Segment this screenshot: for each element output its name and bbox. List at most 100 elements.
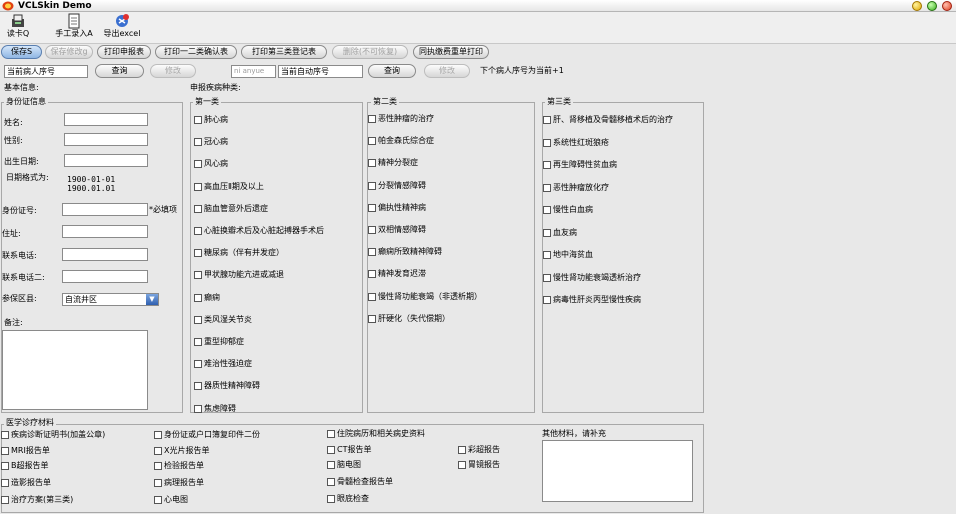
checkbox-icon[interactable] xyxy=(194,315,202,324)
checkbox-icon[interactable] xyxy=(327,446,335,454)
minimize-button[interactable] xyxy=(912,1,922,11)
disease-checkbox-cat3-2[interactable]: 再生障碍性贫血病 xyxy=(543,160,617,170)
checkbox-icon[interactable] xyxy=(1,496,9,504)
checkbox-icon[interactable] xyxy=(368,159,376,168)
checkbox-icon[interactable] xyxy=(327,478,335,486)
district-select[interactable]: 自流井区 ▼ xyxy=(62,293,159,306)
checkbox-icon[interactable] xyxy=(194,360,202,369)
disease-checkbox-cat1-7[interactable]: 甲状腺功能亢进或减退 xyxy=(194,270,284,280)
print-confirm-button[interactable]: 打印一二类确认表 xyxy=(155,45,237,59)
checkbox-icon[interactable] xyxy=(368,181,376,190)
material-checkbox-col1-0[interactable]: 疾病诊断证明书(加盖公章) xyxy=(1,430,105,440)
checkbox-icon[interactable] xyxy=(458,461,466,469)
disease-checkbox-cat1-13[interactable]: 焦虑障碍 xyxy=(194,404,236,414)
disease-checkbox-cat1-9[interactable]: 类风湿关节炎 xyxy=(194,315,252,325)
read-card-button[interactable]: 读卡Q xyxy=(6,13,30,43)
disease-checkbox-cat3-7[interactable]: 慢性肾功能衰竭透析治疗 xyxy=(543,273,641,283)
checkbox-icon[interactable] xyxy=(194,138,202,147)
checkbox-icon[interactable] xyxy=(543,273,551,282)
material-checkbox-col2-1[interactable]: X光片报告单 xyxy=(154,446,209,456)
disease-checkbox-cat3-6[interactable]: 地中海贫血 xyxy=(543,250,593,260)
chevron-down-icon[interactable]: ▼ xyxy=(146,294,158,305)
checkbox-icon[interactable] xyxy=(194,182,202,191)
disease-checkbox-cat2-3[interactable]: 分裂情感障碍 xyxy=(368,181,426,191)
delete-button[interactable]: 删除(不可恢复) xyxy=(332,45,408,59)
checkbox-icon[interactable] xyxy=(543,161,551,169)
disease-checkbox-cat3-3[interactable]: 恶性肿瘤放化疗 xyxy=(543,183,609,193)
checkbox-icon[interactable] xyxy=(543,251,551,259)
phone2-input[interactable] xyxy=(62,270,148,283)
material-checkbox-col3-3[interactable]: 骨髓检查报告单 xyxy=(327,477,393,487)
checkbox-icon[interactable] xyxy=(194,271,202,280)
checkbox-icon[interactable] xyxy=(194,404,202,413)
checkbox-icon[interactable] xyxy=(368,314,376,323)
material-checkbox-col1-2[interactable]: B超报告单 xyxy=(1,461,49,471)
checkbox-icon[interactable] xyxy=(368,115,376,123)
material-checkbox-col1-3[interactable]: 造影报告单 xyxy=(1,478,51,488)
checkbox-icon[interactable] xyxy=(194,382,202,391)
disease-checkbox-cat3-0[interactable]: 肝、肾移植及骨髓移植术后的治疗 xyxy=(543,115,673,125)
checkbox-icon[interactable] xyxy=(327,430,335,438)
material-checkbox-col4-0[interactable]: 彩超报告 xyxy=(458,445,500,455)
disease-checkbox-cat1-11[interactable]: 难治性强迫症 xyxy=(194,359,252,369)
manual-entry-button[interactable]: 手工录入A xyxy=(54,13,94,43)
disease-checkbox-cat2-5[interactable]: 双相情感障碍 xyxy=(368,225,426,235)
material-checkbox-col2-2[interactable]: 检验报告单 xyxy=(154,461,204,471)
checkbox-icon[interactable] xyxy=(154,496,162,504)
modify-button[interactable]: 修改 xyxy=(150,64,196,78)
disease-checkbox-cat3-8[interactable]: 病毒性肝炎丙型慢性疾病 xyxy=(543,295,641,305)
checkbox-icon[interactable] xyxy=(154,462,162,470)
disease-checkbox-cat1-10[interactable]: 重型抑郁症 xyxy=(194,337,244,347)
disease-checkbox-cat2-7[interactable]: 精神发育迟滞 xyxy=(368,269,426,279)
checkbox-icon[interactable] xyxy=(368,226,376,234)
gender-input[interactable] xyxy=(64,133,148,146)
address-input[interactable] xyxy=(62,225,148,238)
checkbox-icon[interactable] xyxy=(368,292,376,301)
disease-checkbox-cat1-1[interactable]: 冠心病 xyxy=(194,137,228,147)
checkbox-icon[interactable] xyxy=(1,462,9,470)
patient-seq-field[interactable]: 当前病人序号 xyxy=(4,65,88,78)
print-register-button[interactable]: 打印第三类登记表 xyxy=(241,45,327,59)
material-checkbox-col3-4[interactable]: 眼底检查 xyxy=(327,494,369,504)
pinyin-input[interactable]: ni anyue xyxy=(231,65,276,78)
checkbox-icon[interactable] xyxy=(1,431,9,439)
save-changes-button[interactable]: 保存修改g xyxy=(45,45,93,59)
disease-checkbox-cat2-1[interactable]: 帕金森氏综合症 xyxy=(368,136,434,146)
close-button[interactable] xyxy=(942,1,952,11)
checkbox-icon[interactable] xyxy=(543,228,551,237)
disease-checkbox-cat2-4[interactable]: 偏执性精神病 xyxy=(368,203,426,213)
checkbox-icon[interactable] xyxy=(543,206,551,214)
disease-checkbox-cat2-9[interactable]: 肝硬化（失代偿期） xyxy=(368,314,450,324)
disease-checkbox-cat1-0[interactable]: 肺心病 xyxy=(194,115,228,125)
query-seq-button[interactable]: 查询 xyxy=(368,64,416,78)
disease-checkbox-cat3-1[interactable]: 系统性红斑狼疮 xyxy=(543,138,609,148)
material-checkbox-col1-1[interactable]: MRI报告单 xyxy=(1,446,50,456)
checkbox-icon[interactable] xyxy=(1,479,9,487)
export-excel-button[interactable]: 导出excel xyxy=(102,13,142,43)
checkbox-icon[interactable] xyxy=(1,447,9,455)
checkbox-icon[interactable] xyxy=(154,447,162,455)
print-declaration-button[interactable]: 打印申报表 xyxy=(97,45,151,59)
disease-checkbox-cat2-8[interactable]: 慢性肾功能衰竭（非透析期） xyxy=(368,292,482,302)
disease-checkbox-cat2-0[interactable]: 恶性肿瘤的治疗 xyxy=(368,114,434,124)
checkbox-icon[interactable] xyxy=(543,183,551,192)
checkbox-icon[interactable] xyxy=(368,203,376,212)
disease-checkbox-cat2-6[interactable]: 癫痫所致精神障碍 xyxy=(368,247,442,257)
material-checkbox-col2-0[interactable]: 身份证或户口簿复印件二份 xyxy=(154,430,260,440)
phone-input[interactable] xyxy=(62,248,148,261)
disease-checkbox-cat2-2[interactable]: 精神分裂症 xyxy=(368,158,418,168)
checkbox-icon[interactable] xyxy=(194,160,202,169)
disease-checkbox-cat1-3[interactable]: 高血压Ⅱ期及以上 xyxy=(194,182,264,192)
auto-seq-field[interactable]: 当前自动序号 xyxy=(278,65,363,78)
checkbox-icon[interactable] xyxy=(368,137,376,146)
material-checkbox-col3-1[interactable]: CT报告单 xyxy=(327,445,371,455)
material-checkbox-col1-4[interactable]: 治疗方案(第三类) xyxy=(1,495,73,505)
checkbox-icon[interactable] xyxy=(154,479,162,487)
notes-textarea[interactable] xyxy=(2,330,148,410)
checkbox-icon[interactable] xyxy=(543,138,551,147)
checkbox-icon[interactable] xyxy=(154,431,162,439)
checkbox-icon[interactable] xyxy=(458,446,466,454)
material-checkbox-col3-2[interactable]: 脑电图 xyxy=(327,460,361,470)
checkbox-icon[interactable] xyxy=(368,270,376,279)
save-button[interactable]: 保存S xyxy=(1,45,42,59)
